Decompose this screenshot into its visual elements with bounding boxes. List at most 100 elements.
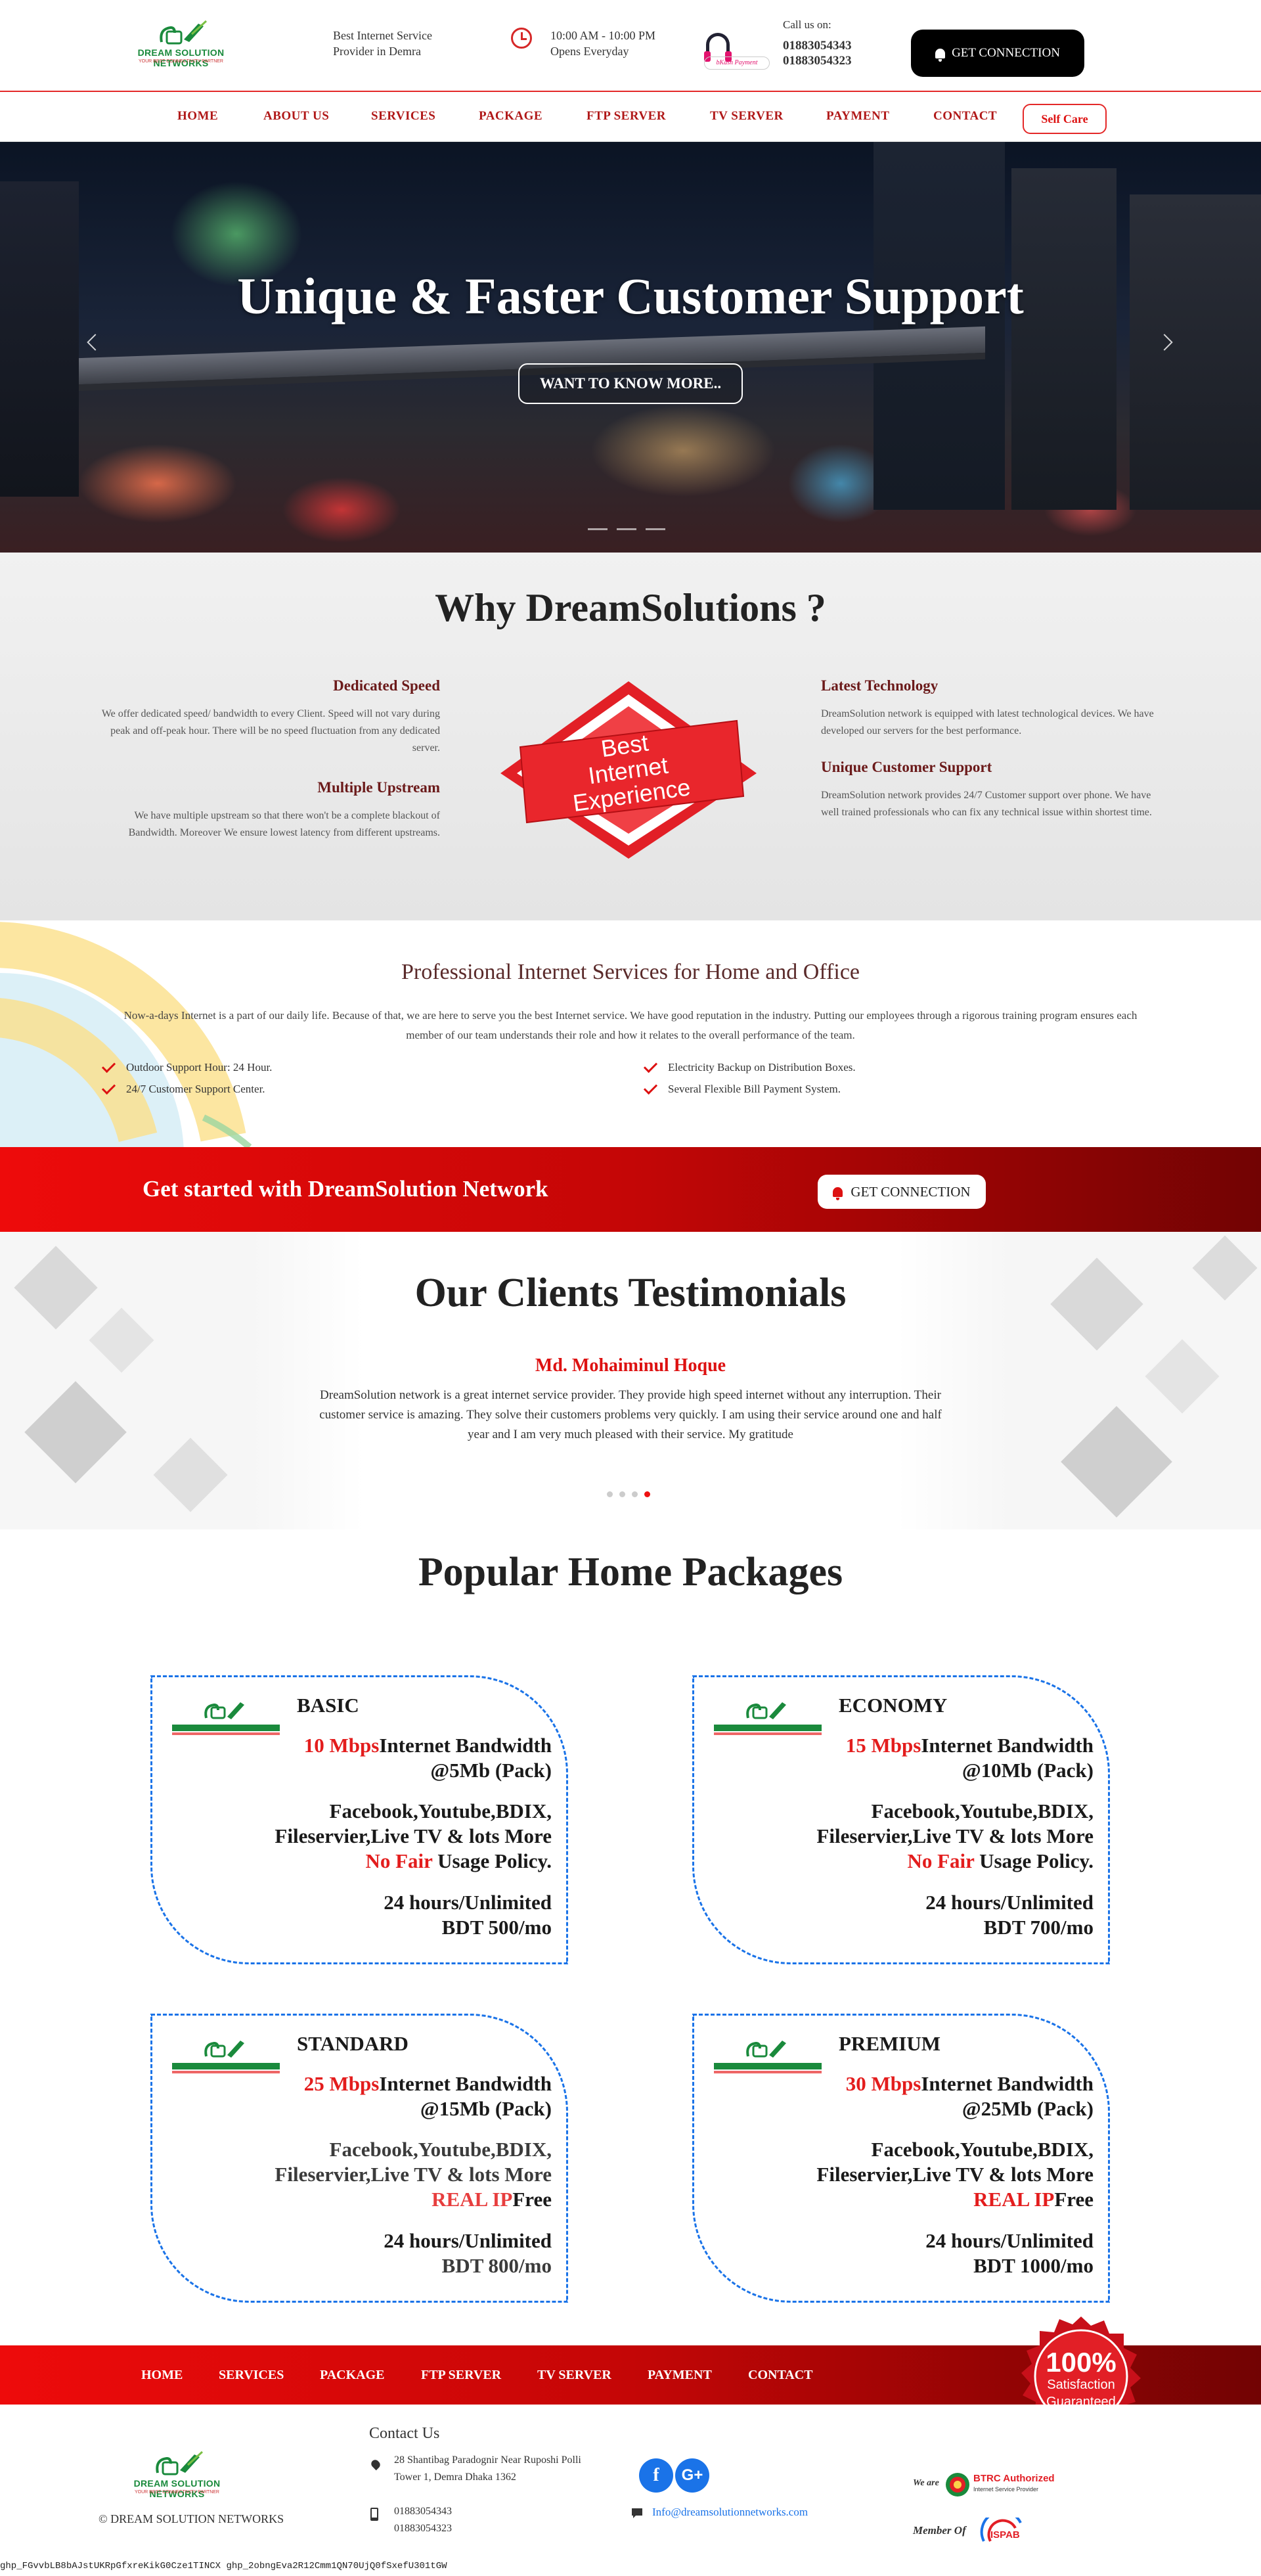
footer-nav-payment[interactable]: PAYMENT [648,2368,712,2383]
nav-item-payment[interactable]: PAYMENT [826,109,889,124]
package-name: STANDARD [297,2032,409,2055]
package-perk1: Facebook,Youtube,BDIX, [871,1799,1094,1822]
nav-item-contact[interactable]: CONTACT [933,109,997,124]
card-logo-icon [172,2041,280,2073]
slider-prev-icon[interactable] [87,334,104,351]
nav-item-package[interactable]: PACKAGE [479,109,542,124]
hero-dot[interactable] [588,528,608,530]
package-perk2: Fileservier,Live TV & lots More [275,1824,552,1847]
footer-logo[interactable]: DREAM SOLUTION NETWORKS YOUR BEST CONNEC… [113,2451,241,2499]
package-pack: @25Mb (Pack) [962,2097,1094,2120]
facebook-icon[interactable]: f [639,2458,673,2493]
contact-title: Contact Us [369,2425,440,2442]
footer-nav-home[interactable]: HOME [141,2368,183,2383]
package-bandwidth: Internet Bandwidth [379,1734,552,1757]
package-bandwidth: Internet Bandwidth [921,1734,1094,1757]
header-phone2[interactable]: 01883054323 [783,53,852,68]
testimonial-dot[interactable] [619,1491,625,1497]
get-connection-button[interactable]: GET CONNECTION [911,30,1084,77]
footer-logo-tagline: YOUR BEST CONNECTIVITY PARTNER [134,2490,219,2495]
package-perk3-highlight: REAL IP [973,2188,1055,2211]
hero-know-more-button[interactable]: WANT TO KNOW MORE.. [518,363,743,404]
check-item: Outdoor Support Hour: 24 Hour. [99,1061,272,1074]
footer-nav-ftp-server[interactable]: FTP SERVER [421,2368,501,2383]
package-card-economy[interactable]: ECONOMY 15 MbpsInternet Bandwidth @10Mb … [692,1675,1110,1964]
package-hours: 24 hours/Unlimited [384,1891,552,1914]
feature-title: Latest Technology [821,677,939,694]
guarantee-line2: Satisfaction [1047,2378,1115,2392]
nav-item-home[interactable]: HOME [177,109,218,124]
testimonial-dot[interactable] [632,1491,638,1497]
footer-phone2[interactable]: 01883054323 [394,2520,452,2537]
location-pin-icon [369,2458,382,2471]
testimonial-dot[interactable] [607,1491,613,1497]
nav-item-services[interactable]: SERVICES [371,109,435,124]
tagline-line1: Best Internet Service [333,29,432,42]
bkash-payment[interactable]: bKash Payment [704,32,770,70]
package-perk3-highlight: REAL IP [431,2188,513,2211]
site-header: DREAM SOLUTION NETWORKS YOUR BEST CONNEC… [0,0,1261,91]
header-phone1[interactable]: 01883054343 [783,38,852,53]
clock-icon [511,28,532,49]
testimonial-quote: DreamSolution network is a great interne… [319,1388,942,1441]
footer-email-link[interactable]: Info@dreamsolutionnetworks.com [652,2503,808,2521]
check-item: Electricity Backup on Distribution Boxes… [640,1061,856,1074]
chat-email-icon [632,2508,642,2518]
site-logo[interactable]: DREAM SOLUTION NETWORKS YOUR BEST CONNEC… [117,20,245,68]
card-logo-icon [714,2041,822,2073]
footer-phone1[interactable]: 01883054343 [394,2503,452,2520]
ispab-text: ISPAB [990,2529,1020,2541]
hero-building [1011,168,1117,510]
footer-nav-services[interactable]: SERVICES [219,2368,284,2383]
package-speed: 15 Mbps [845,1734,921,1757]
package-speed: 10 Mbps [303,1734,380,1757]
footer-nav-tv-server[interactable]: TV SERVER [537,2368,611,2383]
package-card-premium[interactable]: PREMIUM 30 MbpsInternet Bandwidth @25Mb … [692,2014,1110,2303]
bottom-token-string: ghp_FGvvbLB8bAJstUKRpGfxreKikG0Cze1TINCX… [0,2561,447,2571]
package-pack: @15Mb (Pack) [420,2097,552,2120]
package-speed: 25 Mbps [303,2072,380,2095]
hero-building [0,181,79,497]
hours-block: 10:00 AM - 10:00 PM Opens Everyday [550,28,655,59]
hero-title: Unique & Faster Customer Support [237,267,1024,325]
feature-title: Multiple Upstream [317,779,440,796]
professional-section: Professional Internet Services for Home … [0,920,1261,1147]
cta-button-label: GET CONNECTION [851,1183,971,1200]
footer-phones: 01883054343 01883054323 [394,2503,452,2537]
btrc-sub: Internet Service Provider [973,2486,1039,2493]
package-name: BASIC [297,1694,359,1717]
hero-dot[interactable] [646,528,665,530]
logo-tagline: YOUR BEST CONNECTIVITY PARTNER [138,59,223,64]
package-card-basic[interactable]: BASIC 10 MbpsInternet Bandwidth @5Mb (Pa… [150,1675,568,1964]
package-card-standard[interactable]: STANDARD 25 MbpsInternet Bandwidth @15Mb… [150,2014,568,2303]
self-care-button[interactable]: Self Care [1023,104,1107,134]
package-hours: 24 hours/Unlimited [925,2229,1094,2252]
google-plus-icon[interactable]: G+ [675,2458,709,2493]
logo-mark-icon [160,20,208,45]
package-perk3-highlight: No Fair [907,1849,975,1872]
hero-building [874,142,1005,510]
hero-pagination [588,528,665,530]
package-perk2: Fileservier,Live TV & lots More [275,2163,552,2186]
package-bandwidth: Internet Bandwidth [379,2072,552,2095]
package-bandwidth: Internet Bandwidth [921,2072,1094,2095]
packages-title: Popular Home Packages [418,1550,843,1594]
bkash-label: bKash Payment [704,56,770,70]
hero-dot[interactable] [617,528,636,530]
package-price: BDT 1000/mo [973,2254,1094,2277]
feature-text: DreamSolution network is equipped with l… [821,708,1154,736]
testimonial-dot-active[interactable] [644,1491,650,1497]
check-item: 24/7 Customer Support Center. [99,1083,265,1096]
footer-nav-contact[interactable]: CONTACT [748,2368,813,2383]
member-of-label: Member Of [913,2524,966,2537]
cta-get-connection-button[interactable]: GET CONNECTION [818,1175,986,1209]
nav-item-ftp-server[interactable]: FTP SERVER [586,109,666,124]
copyright: © DREAM SOLUTION NETWORKS [99,2512,284,2525]
professional-title: Professional Internet Services for Home … [401,960,860,984]
btrc-name: BTRC Authorized [973,2473,1055,2484]
nav-item-about[interactable]: ABOUT US [263,109,329,124]
nav-item-tv-server[interactable]: TV SERVER [710,109,784,124]
card-logo-icon [714,1702,822,1735]
logo-mark-icon [156,2451,204,2475]
footer-nav-package[interactable]: PACKAGE [320,2368,385,2383]
